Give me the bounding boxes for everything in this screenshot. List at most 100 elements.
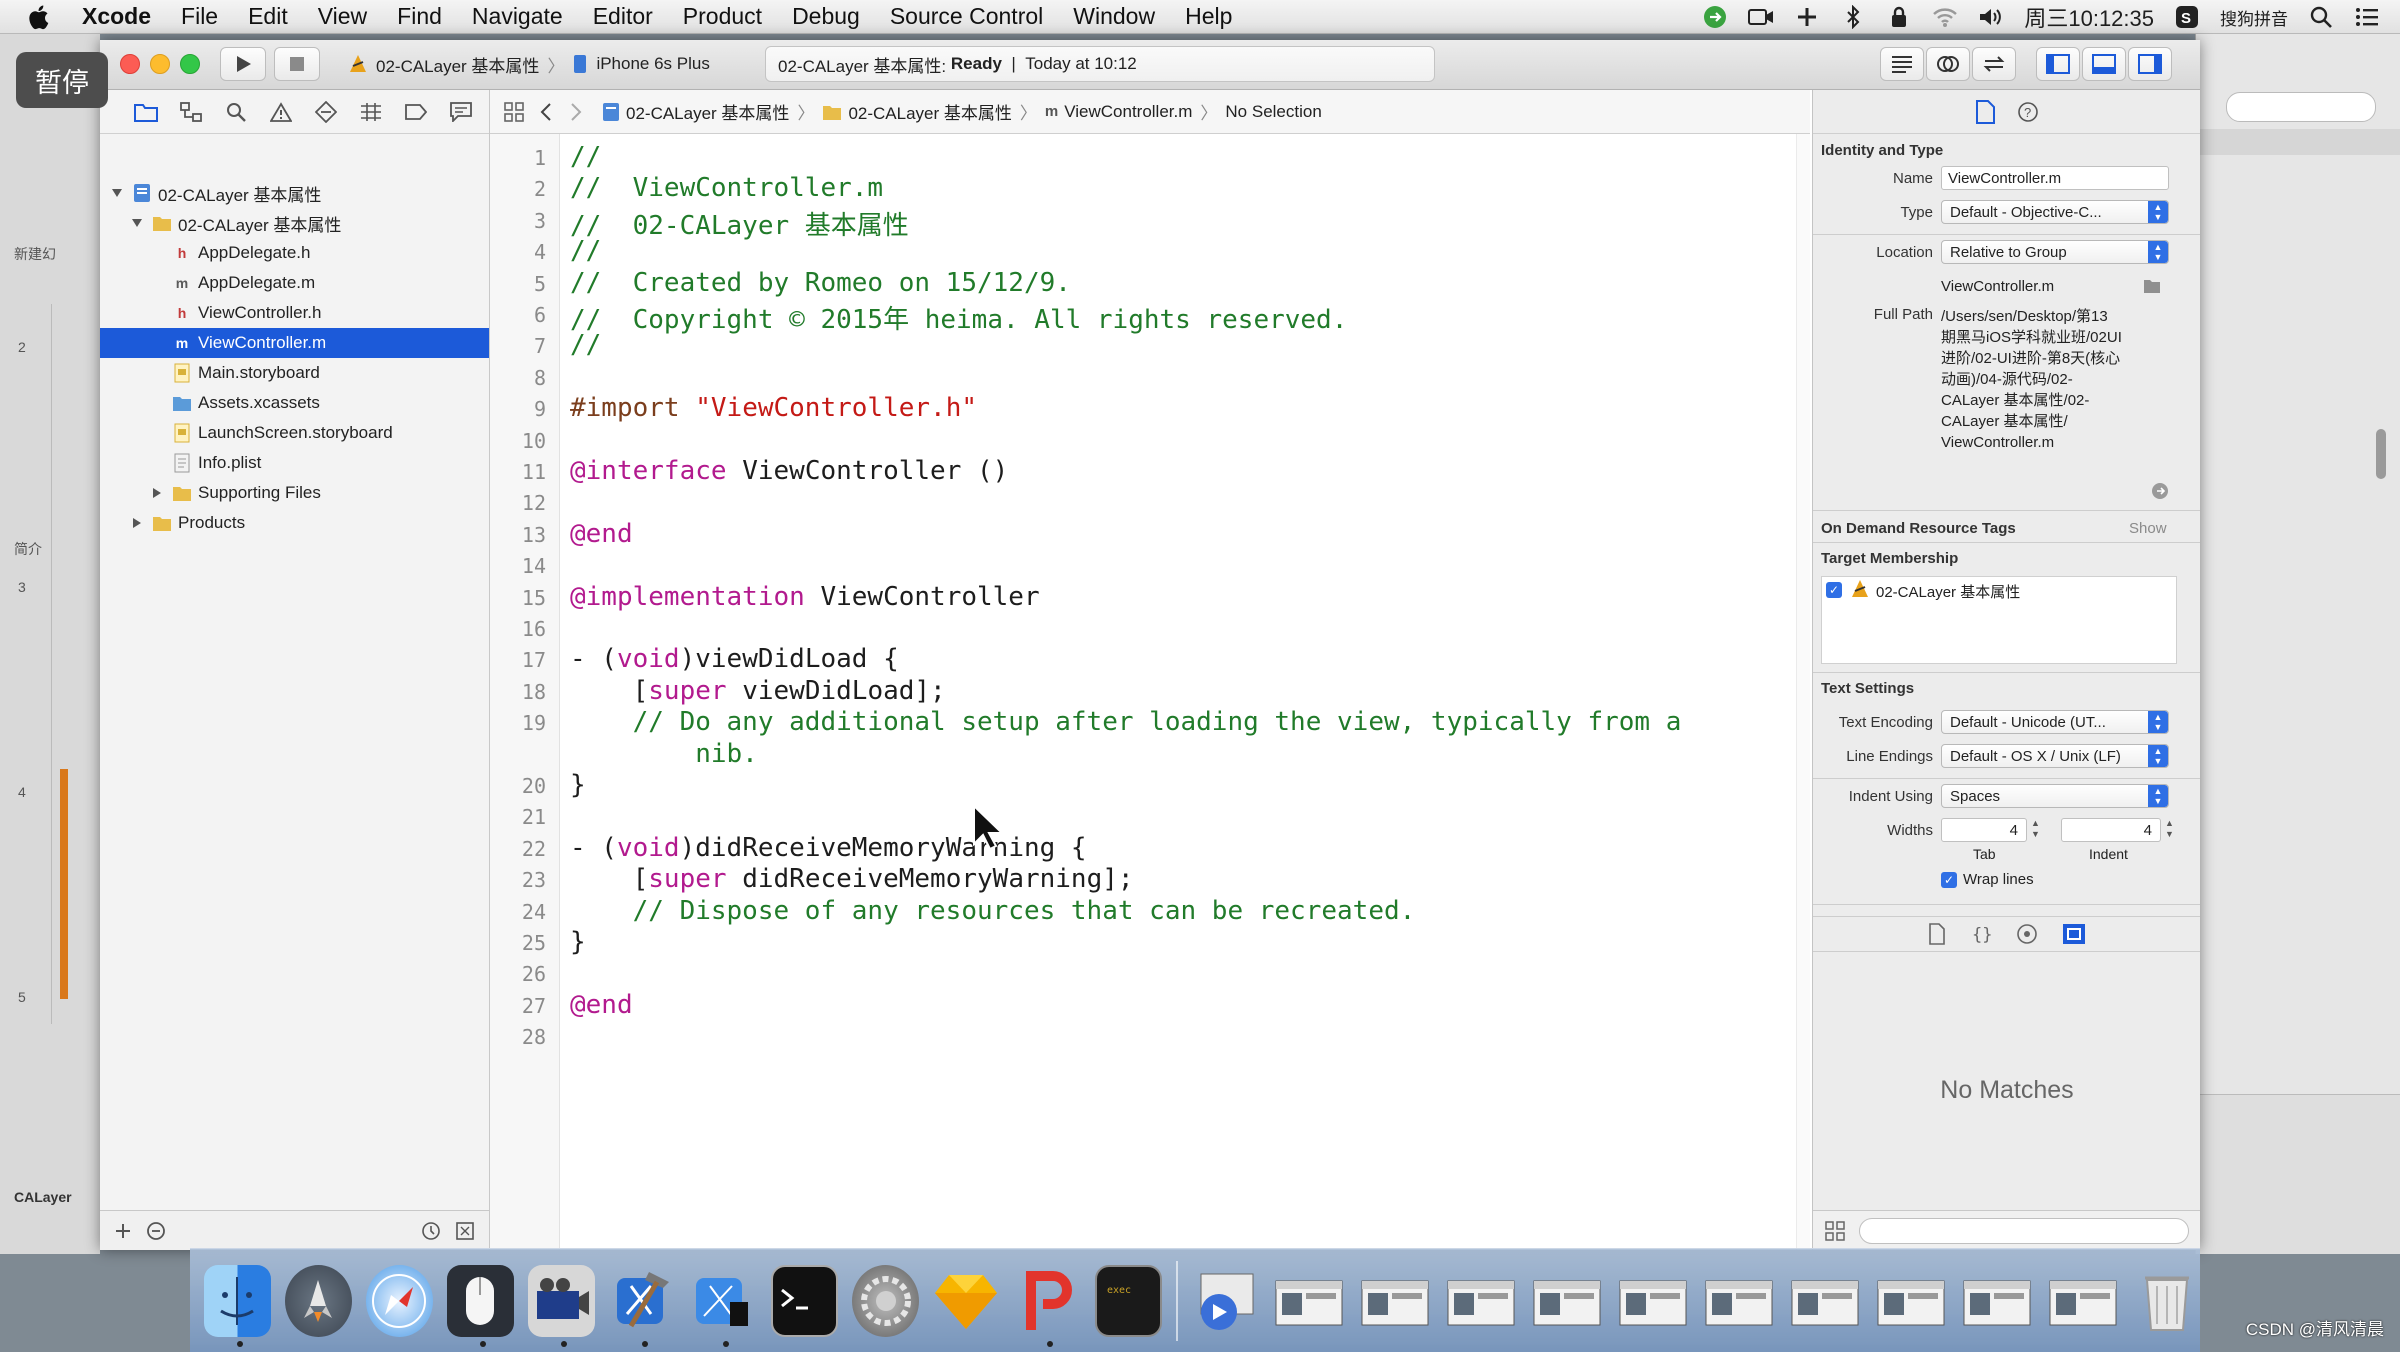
system-preferences-icon[interactable]	[852, 1264, 919, 1337]
code-line[interactable]: - (void)didReceiveMemoryWarning {	[570, 833, 1087, 863]
symbol-navigator-icon[interactable]	[179, 100, 203, 124]
code-line[interactable]: @end	[570, 990, 633, 1020]
code-line[interactable]: // Copyright © 2015年 heima. All rights r…	[570, 299, 1347, 336]
file-tree-row[interactable]: 02-CALayer 基本属性	[100, 208, 489, 238]
menu-window[interactable]: Window	[1073, 3, 1155, 30]
code-line[interactable]: @interface ViewController ()	[570, 456, 1008, 486]
toggle-debug-area-button[interactable]	[2082, 47, 2126, 81]
disclosure-open-icon[interactable]	[130, 216, 144, 230]
menu-help[interactable]: Help	[1185, 3, 1232, 30]
forward-arrow-icon[interactable]	[570, 102, 582, 122]
apple-menu-icon[interactable]	[28, 3, 52, 31]
code-line[interactable]: // ViewController.m	[570, 173, 883, 203]
toggle-navigator-button[interactable]	[2036, 47, 2080, 81]
launchpad-icon[interactable]	[284, 1264, 352, 1337]
code-line[interactable]: // Created by Romeo on 15/12/9.	[570, 268, 1071, 298]
close-window-button[interactable]	[120, 54, 140, 74]
tab-width-field[interactable]: 4	[1941, 818, 2027, 842]
wps-icon[interactable]	[1014, 1265, 1081, 1347]
minimized-window-thumbnail[interactable]	[1445, 1265, 1517, 1337]
file-tree-row[interactable]: h ViewController.h	[100, 298, 489, 328]
choose-location-folder-icon[interactable]	[2143, 278, 2161, 294]
indent-using-popup[interactable]: Spaces ▲ ▼	[1941, 784, 2169, 808]
minimized-window-thumbnail[interactable]	[2047, 1265, 2119, 1337]
version-editor-button[interactable]	[1972, 47, 2016, 81]
menu-navigate[interactable]: Navigate	[472, 3, 563, 30]
type-popup[interactable]: Default - Objective-C... ▲ ▼	[1941, 200, 2169, 224]
minimized-window-thumbnail[interactable]	[1273, 1265, 1345, 1337]
safari-icon[interactable]	[365, 1264, 433, 1337]
console-icon[interactable]: exec	[1094, 1264, 1163, 1337]
scheme-selector[interactable]: 02-CALayer 基本属性 〉 iPhone 6s Plus	[348, 47, 728, 81]
screen-recorder-icon[interactable]	[1748, 4, 1774, 30]
minimized-window-thumbnail[interactable]	[1961, 1265, 2033, 1337]
target-checkbox[interactable]: ✓	[1826, 582, 1842, 598]
grid-view-icon[interactable]	[1825, 1220, 1845, 1241]
line-endings-popup[interactable]: Default - OS X / Unix (LF) ▲ ▼	[1941, 744, 2169, 768]
volume-icon[interactable]	[1978, 4, 2004, 30]
sync-status-icon[interactable]	[1702, 4, 1728, 30]
mouse-app-icon[interactable]	[446, 1264, 514, 1347]
pause-overlay-button[interactable]: 暂停	[16, 52, 108, 108]
file-tree-row[interactable]: 02-CALayer 基本属性	[100, 178, 489, 208]
minimized-window-thumbnail[interactable]	[1617, 1265, 1689, 1337]
file-tree-row[interactable]: LaunchScreen.storyboard	[100, 418, 489, 448]
code-line[interactable]: }	[570, 927, 586, 957]
code-snippet-library-icon[interactable]: {}	[1970, 923, 1992, 945]
code-line[interactable]: //	[570, 330, 601, 360]
code-line[interactable]: // Dispose of any resources that can be …	[570, 896, 1416, 926]
run-button[interactable]	[220, 47, 266, 81]
jumpbar-file[interactable]: m ViewController.m	[1045, 102, 1193, 122]
back-arrow-icon[interactable]	[540, 102, 552, 122]
disclosure-closed-icon[interactable]	[150, 486, 164, 500]
minimized-window-thumbnail[interactable]	[1789, 1265, 1861, 1337]
wrap-lines-checkbox[interactable]: ✓	[1941, 872, 1957, 888]
code-line[interactable]: [super viewDidLoad];	[570, 676, 946, 706]
code-line[interactable]: @implementation ViewController	[570, 582, 1040, 612]
file-tree-row[interactable]: Main.storyboard	[100, 358, 489, 388]
minimized-window-thumbnail[interactable]	[1359, 1265, 1431, 1337]
bluetooth-icon[interactable]	[1840, 4, 1866, 30]
xcode-blueprint-icon[interactable]	[690, 1265, 757, 1347]
tab-width-stepper[interactable]: ▲ ▼	[2031, 818, 2040, 840]
indent-width-field[interactable]: 4	[2061, 818, 2161, 842]
disclosure-closed-icon[interactable]	[130, 516, 144, 530]
breakpoint-navigator-icon[interactable]	[404, 100, 428, 124]
project-navigator-tab-icon[interactable]	[134, 100, 158, 124]
minimize-window-button[interactable]	[150, 54, 170, 74]
line-number-gutter[interactable]: 1 2 3 4 5 6 7 8 9 10 11 12 13 14 15 16 17 18 19 20 21 22 23 24 2…	[490, 134, 560, 1250]
photo-booth-icon[interactable]	[527, 1264, 595, 1347]
toggle-utilities-button[interactable]	[2128, 47, 2172, 81]
library-filter-field[interactable]	[1859, 1217, 2189, 1244]
menu-source-control[interactable]: Source Control	[890, 3, 1043, 30]
code-line[interactable]: #import "ViewController.h"	[570, 393, 977, 423]
menubar-clock[interactable]: 周三10:12:35	[2024, 1, 2154, 33]
unsaved-files-icon[interactable]	[455, 1221, 475, 1241]
menu-edit[interactable]: Edit	[248, 3, 288, 30]
issue-navigator-icon[interactable]	[269, 100, 293, 124]
name-field[interactable]: ViewController.m	[1941, 166, 2169, 190]
menu-debug[interactable]: Debug	[792, 3, 860, 30]
file-template-library-icon[interactable]	[1928, 923, 1946, 945]
input-method-label[interactable]: 搜狗拼音	[2220, 5, 2288, 30]
file-tree-row[interactable]: h AppDelegate.h	[100, 238, 489, 268]
file-inspector-tab-icon[interactable]	[1975, 99, 1995, 124]
xcode-icon[interactable]	[609, 1265, 676, 1347]
debug-navigator-icon[interactable]	[359, 100, 383, 124]
text-encoding-popup[interactable]: Default - Unicode (UT... ▲ ▼	[1941, 710, 2169, 734]
file-tree-row[interactable]: Supporting Files	[100, 478, 489, 508]
disclosure-open-icon[interactable]	[110, 186, 124, 200]
sketch-icon[interactable]	[933, 1265, 1000, 1337]
quicktime-document-icon[interactable]	[1192, 1265, 1259, 1337]
lock-icon[interactable]	[1886, 4, 1912, 30]
source-editor[interactable]: 1 2 3 4 5 6 7 8 9 10 11 12 13 14 15 16 17 18 19 20 21 22 23 24 2…	[490, 134, 1810, 1250]
media-library-icon[interactable]	[2062, 923, 2086, 945]
file-tree-row[interactable]: Info.plist	[100, 448, 489, 478]
related-items-icon[interactable]	[504, 101, 524, 122]
menu-editor[interactable]: Editor	[593, 3, 653, 30]
find-navigator-icon[interactable]	[224, 100, 248, 124]
minimized-window-thumbnail[interactable]	[1531, 1265, 1603, 1337]
menu-view[interactable]: View	[318, 3, 367, 30]
sogou-input-icon[interactable]: S	[2174, 4, 2200, 30]
minimized-window-thumbnail[interactable]	[1875, 1265, 1947, 1337]
